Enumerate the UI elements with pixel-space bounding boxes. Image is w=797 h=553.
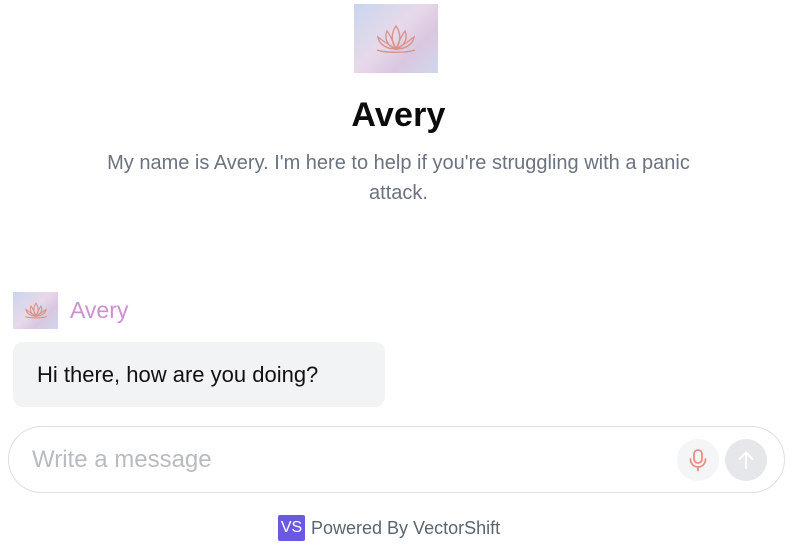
bot-name-title: Avery	[351, 96, 446, 134]
chat-page: Avery My name is Avery. I'm here to help…	[0, 0, 797, 553]
lotus-icon	[376, 24, 416, 53]
microphone-icon	[689, 449, 707, 472]
powered-by-footer[interactable]: VS Powered By VectorShift	[278, 515, 500, 541]
bot-avatar-large	[354, 4, 438, 73]
avatar	[13, 292, 58, 329]
send-button[interactable]	[725, 439, 767, 481]
bot-description: My name is Avery. I'm here to help if yo…	[107, 152, 690, 204]
arrow-up-icon	[738, 451, 754, 469]
message-bubble: Hi there, how are you doing?	[13, 342, 385, 407]
microphone-button[interactable]	[677, 439, 719, 481]
message-sender-name: Avery	[70, 297, 129, 323]
message-input[interactable]	[32, 443, 652, 477]
vectorshift-logo: VS	[278, 515, 305, 541]
lotus-icon	[24, 302, 47, 319]
message-header: Avery	[13, 292, 128, 329]
message-composer	[8, 426, 785, 493]
powered-by-text: Powered By VectorShift	[311, 517, 501, 538]
